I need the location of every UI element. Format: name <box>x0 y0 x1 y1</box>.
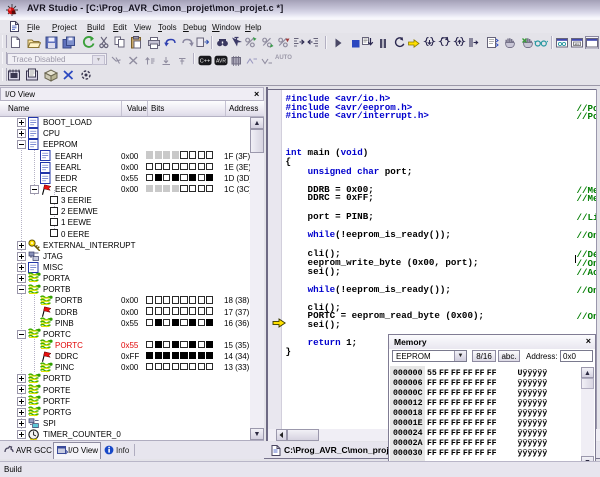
svg-text:C++: C++ <box>200 59 210 65</box>
svg-text:AVR: AVR <box>216 59 226 65</box>
svg-text:abc: abc <box>575 42 580 46</box>
